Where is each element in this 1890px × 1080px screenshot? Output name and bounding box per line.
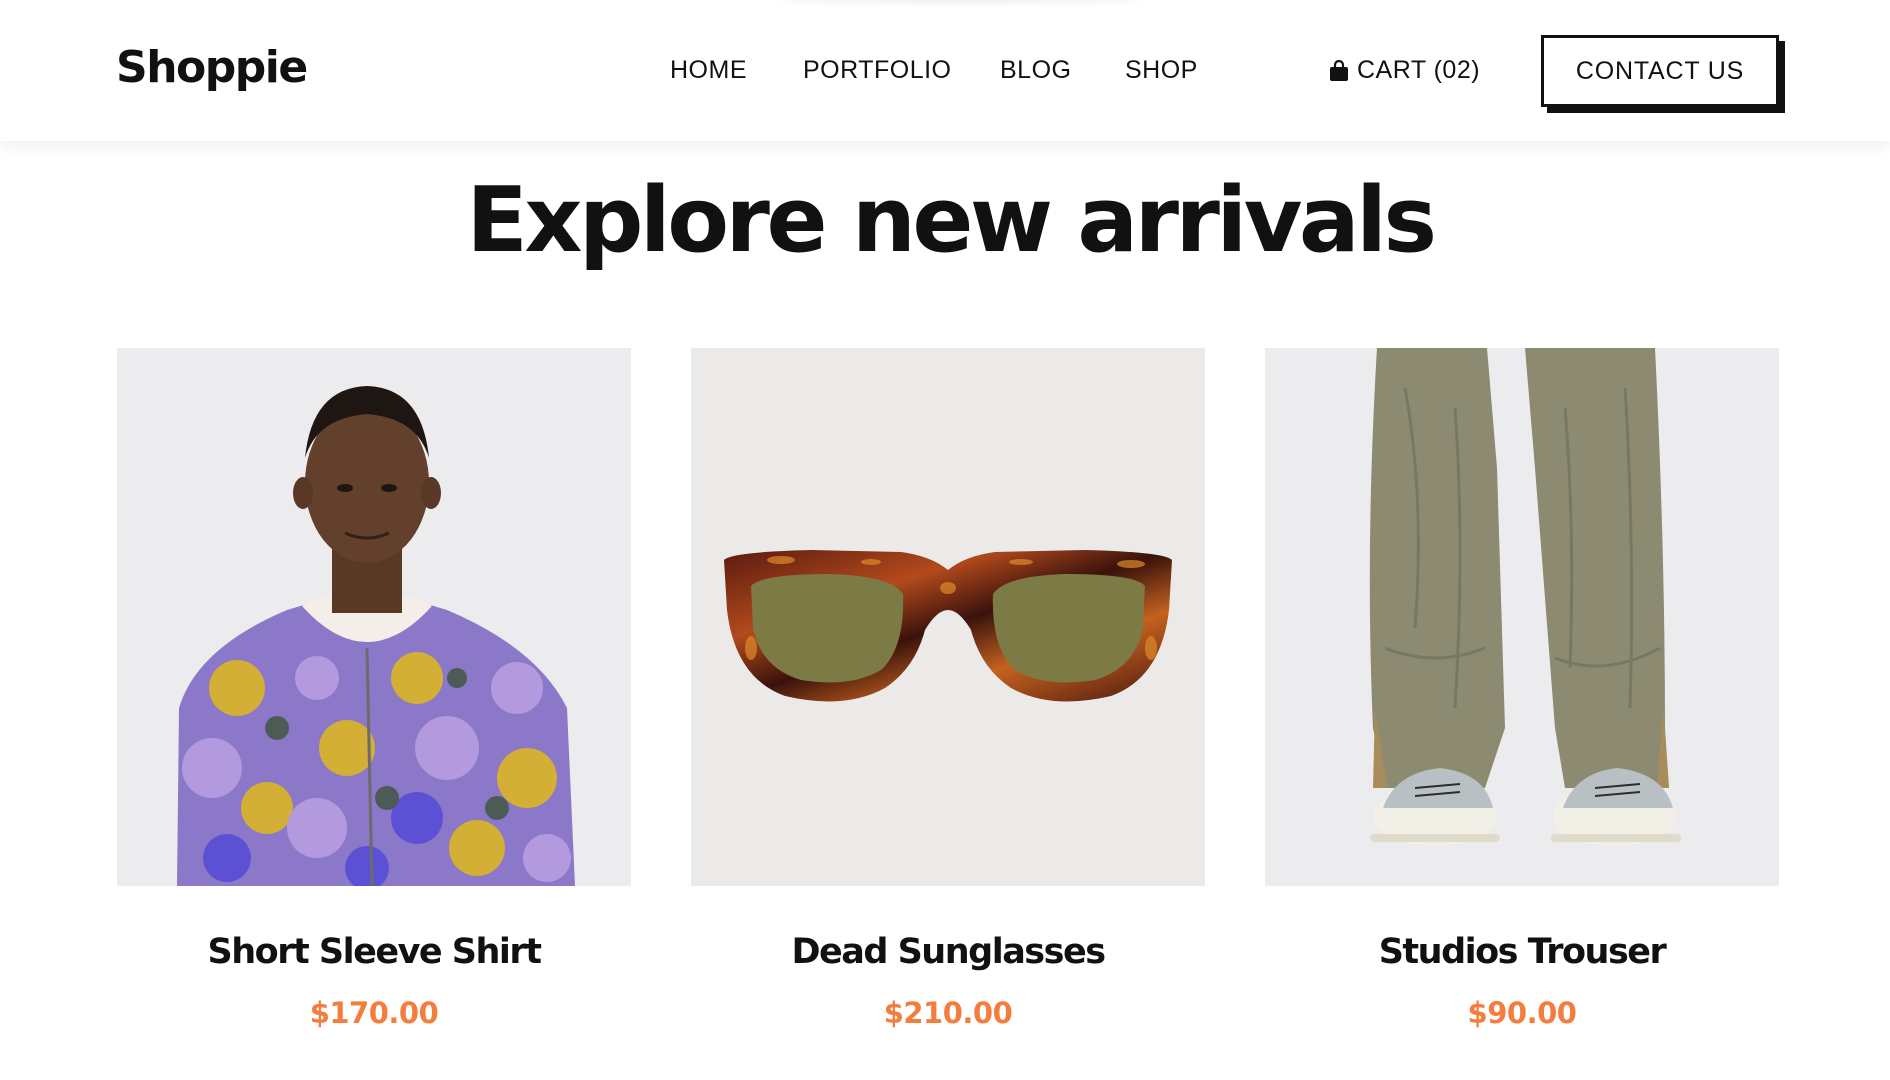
nav-portfolio[interactable]: PORTFOLIO [803, 56, 952, 85]
site-header: Shoppie HOME PORTFOLIO BLOG SHOP CART (0… [0, 0, 1890, 141]
product-price: $210.00 [883, 996, 1013, 1030]
product-name[interactable]: Studios Trouser [1265, 932, 1779, 972]
product-name[interactable]: Dead Sunglasses [691, 932, 1205, 972]
product-card[interactable]: Short Sleeve Shirt $170.00 [117, 348, 631, 1030]
shopping-bag-icon [1330, 59, 1348, 81]
sunglasses-illustration [691, 348, 1205, 886]
cart-link[interactable]: CART (02) [1329, 56, 1480, 85]
product-image-sunglasses[interactable] [691, 348, 1205, 886]
shirt-model-illustration [117, 348, 631, 886]
section-title: Explore new arrivals [466, 168, 1437, 273]
product-image-trouser[interactable] [1265, 348, 1779, 886]
nav-blog[interactable]: BLOG [1000, 56, 1071, 85]
nav-home[interactable]: HOME [670, 56, 747, 85]
product-image-shirt[interactable] [117, 348, 631, 886]
product-card[interactable]: Dead Sunglasses $210.00 [691, 348, 1205, 1030]
header-glow [780, 0, 1140, 4]
site-logo[interactable]: Shoppie [116, 42, 308, 93]
product-price: $170.00 [309, 996, 439, 1030]
nav-shop[interactable]: SHOP [1125, 56, 1198, 85]
contact-button-wrap: CONTACT US [1541, 35, 1785, 113]
product-name[interactable]: Short Sleeve Shirt [117, 932, 631, 972]
contact-us-button[interactable]: CONTACT US [1541, 35, 1779, 107]
product-price: $90.00 [1467, 996, 1577, 1030]
cart-label: CART (02) [1357, 56, 1481, 84]
trouser-illustration [1265, 348, 1779, 886]
product-card[interactable]: Studios Trouser $90.00 [1265, 348, 1779, 1030]
